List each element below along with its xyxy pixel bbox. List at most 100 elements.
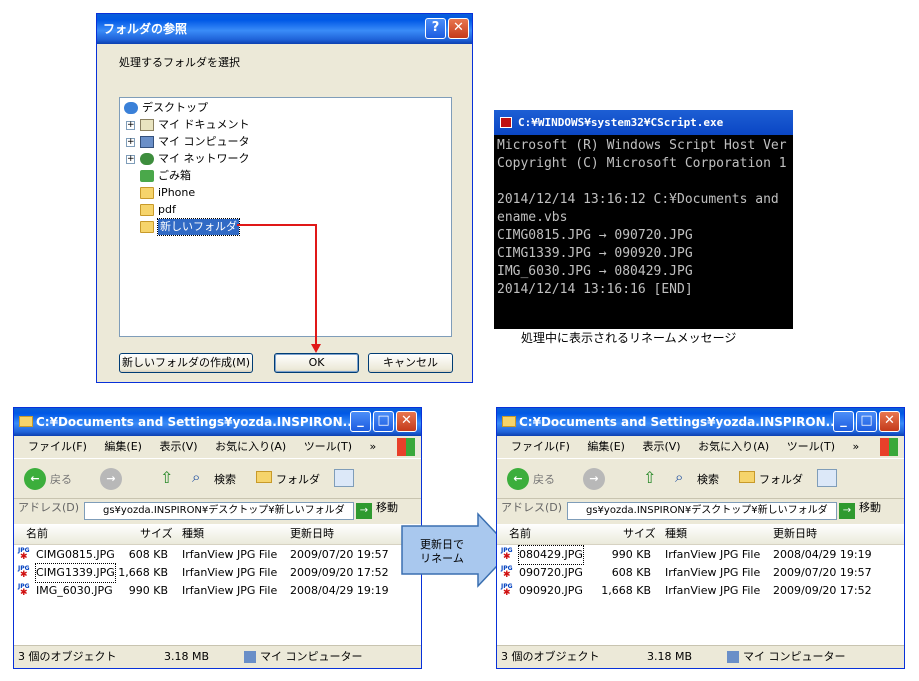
status-size: 3.18 MB — [164, 650, 210, 663]
forward-arrow-icon[interactable]: → — [583, 468, 605, 490]
explorer-window-before: C:¥Documents and Settings¥yozda.INSPIRON… — [13, 407, 422, 669]
back-arrow-icon[interactable]: ← — [24, 468, 46, 490]
folders-label[interactable]: フォルダ — [759, 471, 803, 487]
file-row[interactable]: JPG 090920.JPG 1,668 KB IrfanView JPG Fi… — [497, 582, 904, 600]
rename-arrow-line: 更新日で — [420, 538, 464, 551]
column-size[interactable]: サイズ — [140, 524, 173, 544]
menu-file[interactable]: ファイル(F) — [511, 440, 570, 453]
status-count: 3 個のオブジェクト — [18, 650, 117, 663]
explorer-title: C:¥Documents and Settings¥yozda.INSPIRON… — [519, 415, 840, 429]
jpg-file-icon: JPG — [18, 583, 32, 599]
file-row[interactable]: JPG CIMG0815.JPG 608 KB IrfanView JPG Fi… — [14, 546, 421, 564]
console-line: Microsoft (R) Windows Script Host Ver — [497, 138, 787, 153]
explorer-title-bar[interactable]: C:¥Documents and Settings¥yozda.INSPIRON… — [497, 408, 904, 436]
menu-view[interactable]: 表示(V) — [159, 440, 197, 453]
file-name: 090720.JPG — [519, 566, 583, 579]
column-type[interactable]: 種類 — [182, 524, 204, 544]
views-icon[interactable] — [817, 469, 837, 487]
file-row[interactable]: JPG CIMG1339.JPG 1,668 KB IrfanView JPG … — [14, 563, 421, 583]
back-arrow-icon[interactable]: ← — [507, 468, 529, 490]
column-name[interactable]: 名前 — [26, 524, 48, 544]
folders-icon — [739, 471, 755, 483]
address-input[interactable]: gs¥yozda.INSPIRON¥デスクトップ¥新しいフォルダ — [567, 502, 837, 520]
search-label[interactable]: 検索 — [697, 471, 719, 487]
my-computer-icon — [727, 651, 739, 663]
file-name: 080429.JPG — [518, 545, 584, 565]
file-type: IrfanView JPG File — [182, 548, 278, 561]
menu-edit[interactable]: 編集(E) — [104, 440, 142, 453]
console-line: ename.vbs — [497, 210, 568, 225]
go-arrow-icon[interactable]: → — [839, 503, 855, 519]
file-name: 090920.JPG — [519, 584, 583, 597]
console-title-bar[interactable]: C:¥WINDOWS¥system32¥CScript.exe — [494, 110, 793, 135]
menu-view[interactable]: 表示(V) — [642, 440, 680, 453]
rename-arrow-line: リネーム — [420, 552, 464, 565]
jpg-file-icon: JPG — [18, 547, 32, 563]
console-line: CIMG1339.JPG → 090920.JPG — [497, 246, 693, 261]
file-date: 2009/07/20 19:57 — [773, 566, 872, 579]
status-location: マイ コンピューター — [260, 650, 363, 663]
console-line: IMG_6030.JPG → 080429.JPG — [497, 264, 693, 279]
column-name[interactable]: 名前 — [509, 524, 531, 544]
console-title: C:¥WINDOWS¥system32¥CScript.exe — [518, 116, 724, 129]
close-button[interactable]: ✕ — [879, 411, 900, 432]
maximize-button[interactable]: □ — [856, 411, 877, 432]
file-date: 2008/04/29 19:19 — [773, 548, 872, 561]
column-header-row: 名前 サイズ 種類 更新日時 — [14, 524, 421, 545]
file-size: 990 KB — [611, 548, 651, 561]
go-label[interactable]: 移動 — [859, 499, 881, 515]
search-label[interactable]: 検索 — [214, 471, 236, 487]
folders-label[interactable]: フォルダ — [276, 471, 320, 487]
column-size[interactable]: サイズ — [623, 524, 656, 544]
windows-logo-icon — [397, 438, 415, 456]
column-modified[interactable]: 更新日時 — [290, 524, 334, 544]
minimize-button[interactable]: _ — [350, 411, 371, 432]
console-line: 2014/12/14 13:16:12 C:¥Documents and — [497, 192, 779, 207]
minimize-button[interactable]: _ — [833, 411, 854, 432]
search-icon[interactable]: ⌕ — [675, 468, 683, 486]
toolbar: ← 戻る → ⇧ ⌕ 検索 フォルダ — [14, 458, 421, 499]
menu-edit[interactable]: 編集(E) — [587, 440, 625, 453]
windows-logo-icon — [880, 438, 898, 456]
address-input[interactable]: gs¥yozda.INSPIRON¥デスクトップ¥新しいフォルダ — [84, 502, 354, 520]
address-bar: アドレス(D) gs¥yozda.INSPIRON¥デスクトップ¥新しいフォルダ… — [497, 498, 904, 524]
go-label[interactable]: 移動 — [376, 499, 398, 515]
file-row[interactable]: JPG IMG_6030.JPG 990 KB IrfanView JPG Fi… — [14, 582, 421, 600]
menu-tools[interactable]: ツール(T) — [787, 440, 835, 453]
menu-favorites[interactable]: お気に入り(A) — [698, 440, 769, 453]
file-row[interactable]: JPG 090720.JPG 608 KB IrfanView JPG File… — [497, 564, 904, 582]
file-name: CIMG0815.JPG — [36, 548, 115, 561]
status-bar: 3 個のオブジェクト 3.18 MB マイ コンピューター — [497, 645, 904, 668]
up-folder-icon[interactable]: ⇧ — [643, 468, 656, 487]
console-caption: 処理中に表示されるリネームメッセージ — [521, 331, 737, 345]
explorer-title-bar[interactable]: C:¥Documents and Settings¥yozda.INSPIRON… — [14, 408, 421, 436]
menu-tools[interactable]: ツール(T) — [304, 440, 352, 453]
folders-icon — [256, 471, 272, 483]
maximize-button[interactable]: □ — [373, 411, 394, 432]
views-icon[interactable] — [334, 469, 354, 487]
column-type[interactable]: 種類 — [665, 524, 687, 544]
go-arrow-icon[interactable]: → — [356, 503, 372, 519]
jpg-file-icon: JPG — [501, 547, 515, 563]
console-line: 2014/12/14 13:16:16 [END] — [497, 282, 693, 297]
search-icon[interactable]: ⌕ — [192, 468, 200, 486]
menu-favorites[interactable]: お気に入り(A) — [215, 440, 286, 453]
close-button[interactable]: ✕ — [396, 411, 417, 432]
file-size: 1,668 KB — [601, 584, 651, 597]
status-bar: 3 個のオブジェクト 3.18 MB マイ コンピューター — [14, 645, 421, 668]
forward-arrow-icon[interactable]: → — [100, 468, 122, 490]
up-folder-icon[interactable]: ⇧ — [160, 468, 173, 487]
address-bar: アドレス(D) gs¥yozda.INSPIRON¥デスクトップ¥新しいフォルダ… — [14, 498, 421, 524]
file-size: 608 KB — [128, 548, 168, 561]
menu-file[interactable]: ファイル(F) — [28, 440, 87, 453]
menu-more[interactable]: » — [370, 440, 377, 453]
status-size: 3.18 MB — [647, 650, 693, 663]
file-date: 2009/09/20 17:52 — [290, 566, 389, 579]
file-date: 2009/09/20 17:52 — [773, 584, 872, 597]
file-row[interactable]: JPG 080429.JPG 990 KB IrfanView JPG File… — [497, 545, 904, 565]
file-date: 2008/04/29 19:19 — [290, 584, 389, 597]
jpg-file-icon: JPG — [501, 565, 515, 581]
column-modified[interactable]: 更新日時 — [773, 524, 817, 544]
menu-more[interactable]: » — [853, 440, 860, 453]
back-label: 戻る — [50, 473, 72, 486]
